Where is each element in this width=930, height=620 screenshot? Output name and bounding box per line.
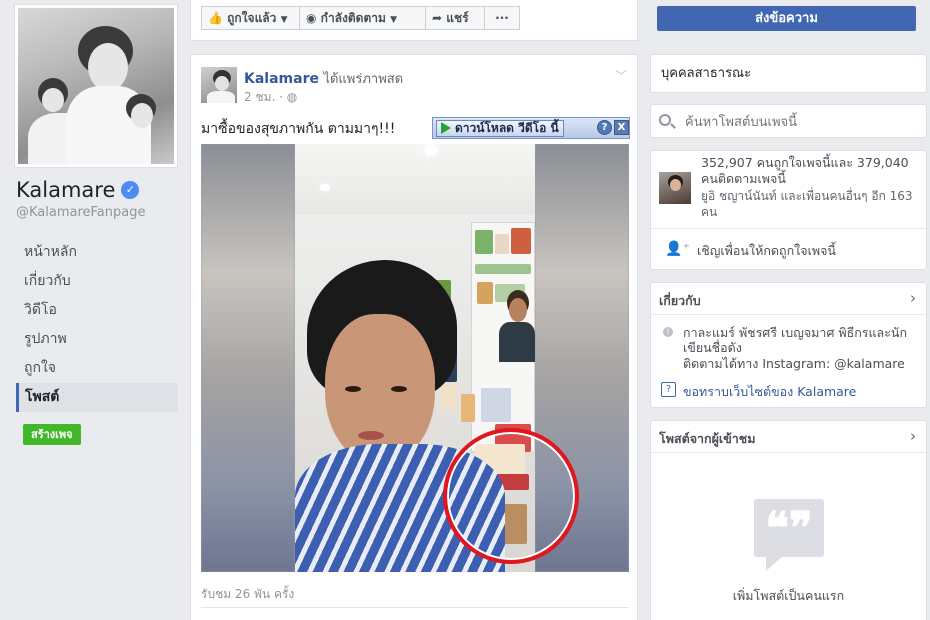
about-description: กาละแมร์ พัชรศรี เบญจมาศ พิธีกรและนักเขี… <box>683 325 908 355</box>
likes-divider <box>651 228 926 229</box>
chevron-right-icon[interactable]: › <box>910 427 916 445</box>
page-search-box <box>650 104 927 138</box>
share-button[interactable]: ➦ แชร์ <box>425 6 485 30</box>
video-player[interactable] <box>201 144 629 572</box>
following-button[interactable]: ◉ กำลังติดตาม ▼ <box>299 6 426 30</box>
visitor-divider <box>651 452 926 453</box>
close-download-bar-button[interactable]: X <box>614 120 629 135</box>
help-button[interactable]: ? <box>597 120 612 135</box>
video-download-toolbar: ดาวน์โหลด วีดีโอ นี้ ? X <box>432 117 630 139</box>
profile-picture[interactable] <box>14 4 178 168</box>
liked-label: ถูกใจแล้ว <box>227 11 277 25</box>
info-icon: i <box>663 327 673 337</box>
likes-count-text: 352,907 คนถูกใจเพจนี้และ 379,040 คนติดตา… <box>701 155 909 186</box>
question-icon: ? <box>661 382 676 397</box>
page-title[interactable]: Kalamare ✓ <box>16 178 140 202</box>
visitor-posts-title[interactable]: โพสต์จากผู้เข้าชม <box>659 429 756 449</box>
invite-friends-link[interactable]: เชิญเพื่อนให้กดถูกใจเพจนี้ <box>697 241 836 261</box>
post-options-chevron-icon[interactable]: ﹀ <box>615 67 627 84</box>
globe-icon: · ◍ <box>279 90 298 104</box>
about-card: เกี่ยวกับ › i กาละแมร์ พัชรศรี เบญจมาศ พ… <box>650 282 927 408</box>
about-divider <box>651 314 926 315</box>
play-icon <box>441 122 451 134</box>
profile-photo <box>18 8 174 164</box>
invite-friend-icon: 👤⁺ <box>665 241 690 257</box>
verified-badge-icon: ✓ <box>121 181 140 199</box>
about-title[interactable]: เกี่ยวกับ <box>659 291 701 311</box>
chevron-down-icon: ▼ <box>280 15 288 25</box>
visitor-empty-text: เพิ่มโพสต์เป็นคนแรก <box>732 588 845 603</box>
nav-item-likes[interactable]: ถูกใจ <box>16 354 178 383</box>
post-action: ได้แพร่ภาพสด <box>323 72 404 87</box>
likes-card: 352,907 คนถูกใจเพจนี้และ 379,040 คนติดตา… <box>650 150 927 270</box>
left-column: Kalamare ✓ @KalamareFanpage หน้าหลัก เกี… <box>0 0 190 620</box>
page-name-text[interactable]: Kalamare <box>16 178 115 202</box>
post-meta: 2 ชม. · ◍ <box>244 88 297 107</box>
post-author-avatar[interactable] <box>201 67 237 103</box>
post-header: Kalamare ได้แพร่ภาพสด <box>244 68 403 89</box>
chevron-right-icon[interactable]: › <box>910 289 916 307</box>
post-author-name[interactable]: Kalamare <box>244 71 319 87</box>
post-text: มาซื้อของสุขภาพกัน ตามมาๆ!!! <box>201 121 396 137</box>
highlight-circle-annotation <box>443 428 579 564</box>
friend-avatar[interactable] <box>659 172 691 204</box>
search-icon <box>659 114 671 126</box>
nav-item-videos[interactable]: วิดีโอ <box>16 296 178 325</box>
about-instagram: ติดตามได้ทาง Instagram: @kalamare <box>683 356 905 371</box>
nav-item-photos[interactable]: รูปภาพ <box>16 325 178 354</box>
view-count: รับชม 26 พัน ครั้ง <box>201 587 295 601</box>
post-time[interactable]: 2 ชม. <box>244 90 275 104</box>
rss-follow-icon: ◉ <box>306 11 317 25</box>
page-action-bar: 👍 ถูกใจแล้ว ▼ ◉ กำลังติดตาม ▼ ➦ แชร์ ··· <box>190 0 638 41</box>
person-lips <box>358 431 384 440</box>
post-divider <box>201 607 629 608</box>
visitor-posts-card: โพสต์จากผู้เข้าชม › ❝❞ เพิ่มโพสต์เป็นคนแ… <box>650 420 927 620</box>
page-category[interactable]: บุคคลสาธารณะ <box>650 54 927 93</box>
like-thumb-icon: 👍 <box>208 11 223 25</box>
video-blur-left <box>201 144 295 572</box>
liked-button[interactable]: 👍 ถูกใจแล้ว ▼ <box>201 6 300 30</box>
friends-like-text[interactable]: ยูอิ ชญาน์นันท์ และเพื่อนคนอื่นๆ อีก 163… <box>701 188 919 220</box>
download-video-label: ดาวน์โหลด วีดีโอ นี้ <box>455 120 559 135</box>
nav-item-posts[interactable]: โพสต์ <box>16 383 178 412</box>
nav-item-home[interactable]: หน้าหลัก <box>16 238 178 267</box>
ask-website-link[interactable]: ขอทราบเว็บไซต์ของ Kalamare <box>683 382 856 402</box>
chevron-down-icon: ▼ <box>390 15 398 25</box>
person-face <box>325 314 435 464</box>
send-message-button[interactable]: ส่งข้อความ <box>657 6 916 31</box>
download-video-button[interactable]: ดาวน์โหลด วีดีโอ นี้ <box>436 119 564 137</box>
more-button[interactable]: ··· <box>484 6 520 30</box>
quote-bubble-icon: ❝❞ <box>754 499 824 571</box>
create-page-button[interactable]: สร้างเพจ <box>23 424 81 445</box>
live-video-post: Kalamare ได้แพร่ภาพสด 2 ชม. · ◍ ﹀ มาซื้อ… <box>190 54 638 620</box>
share-arrow-icon: ➦ <box>432 11 443 25</box>
page-search-input[interactable] <box>685 112 915 132</box>
page-handle[interactable]: @KalamareFanpage <box>16 205 146 220</box>
nav-item-about[interactable]: เกี่ยวกับ <box>16 267 178 296</box>
left-nav: หน้าหลัก เกี่ยวกับ วิดีโอ รูปภาพ ถูกใจ โ… <box>16 238 178 412</box>
share-label: แชร์ <box>446 11 469 25</box>
following-label: กำลังติดตาม <box>320 11 386 25</box>
